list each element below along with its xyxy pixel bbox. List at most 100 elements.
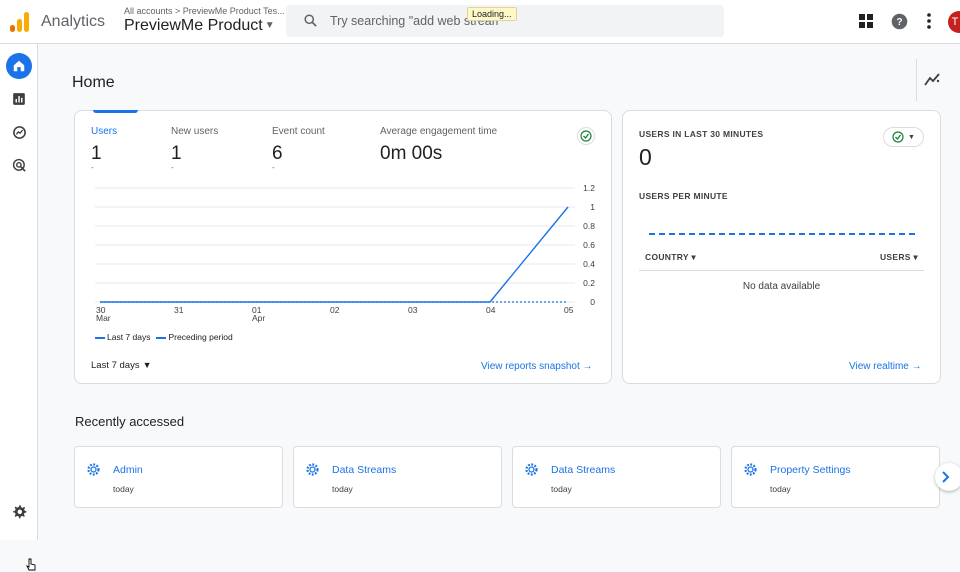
- y-tick-label: 0.6: [583, 240, 595, 250]
- legend-label: Preceding period: [168, 332, 233, 342]
- recent-item-name: Data Streams: [332, 464, 397, 476]
- explore-icon: [12, 125, 26, 139]
- gear-icon: [12, 504, 26, 518]
- recent-item-time: today: [770, 484, 791, 494]
- home-icon: [13, 60, 25, 72]
- link-label: View reports snapshot: [481, 361, 580, 372]
- metric-value: 0m 00s: [380, 143, 443, 164]
- chevron-right-icon: [942, 471, 950, 483]
- x-tick-label: 02: [330, 305, 340, 315]
- caret-down-icon: ▼: [142, 360, 152, 370]
- legend-swatch-dashed: [156, 336, 167, 339]
- metric-label: New users: [171, 126, 219, 137]
- x-tick-label: 03: [408, 305, 418, 315]
- column-label: COUNTRY: [645, 252, 689, 262]
- account-breadcrumb[interactable]: All accounts > PreviewMe Product Tes...: [124, 6, 285, 16]
- avatar[interactable]: T: [948, 11, 960, 33]
- overview-card: Users 1 - New users 1 - Event count 6 - …: [74, 110, 612, 384]
- y-tick-label: 1: [590, 202, 595, 212]
- country-column-header[interactable]: COUNTRY ▾: [645, 252, 696, 263]
- caret-down-icon: ▼: [908, 133, 915, 141]
- realtime-status-dropdown[interactable]: ▼: [883, 127, 924, 147]
- gear-icon: [306, 463, 319, 476]
- scroll-next-button[interactable]: [935, 463, 960, 491]
- more-vert-icon[interactable]: [919, 11, 939, 31]
- realtime-subtitle: USERS PER MINUTE: [639, 191, 728, 201]
- date-range-selector[interactable]: Last 7 days ▼: [91, 360, 152, 371]
- analytics-logo[interactable]: [10, 12, 30, 32]
- arrow-right-icon: →: [582, 361, 593, 372]
- check-circle-icon: [892, 131, 904, 143]
- series-line-last-7-days: [100, 206, 569, 303]
- target-icon: [12, 158, 26, 172]
- legend-item-previous: Preceding period: [156, 332, 233, 342]
- recent-item-time: today: [332, 484, 353, 494]
- data-quality-check-icon[interactable]: [577, 127, 595, 145]
- search-icon: [304, 14, 317, 27]
- y-tick-label: 0.4: [583, 259, 595, 269]
- y-tick-label: 0: [590, 297, 595, 307]
- x-tick-label: Mar: [96, 313, 111, 323]
- realtime-value: 0: [639, 144, 652, 170]
- y-tick-label: 0.8: [583, 221, 595, 231]
- x-tick-label: 05: [564, 305, 574, 315]
- apps-grid-icon[interactable]: [856, 11, 876, 31]
- realtime-table-header: COUNTRY ▾ USERS ▾: [639, 245, 924, 271]
- gear-icon: [744, 463, 757, 476]
- property-selector[interactable]: PreviewMe Product ▼: [124, 17, 275, 35]
- metric-tab-engagement-time[interactable]: Average engagement time 0m 00s: [380, 126, 497, 165]
- gear-icon: [87, 463, 100, 476]
- metric-tab-event-count[interactable]: Event count 6 -: [272, 126, 325, 172]
- column-label: USERS: [879, 252, 911, 262]
- legend-swatch-solid: [95, 336, 105, 339]
- recent-card-data-streams[interactable]: Data Streams today: [293, 446, 502, 508]
- overview-line-chart: 1.210.80.60.40.2030Mar31 01Apr02 03 04 05: [95, 183, 595, 323]
- metric-value: 1: [91, 143, 102, 164]
- page-title: Home: [72, 74, 115, 91]
- svg-text:?: ?: [896, 17, 902, 28]
- nav-reports[interactable]: [6, 86, 32, 112]
- legend-item-current: Last 7 days: [95, 332, 150, 342]
- help-icon[interactable]: ?: [889, 11, 909, 31]
- nav-home[interactable]: [6, 53, 32, 79]
- chart-legend: Last 7 days Preceding period: [95, 332, 233, 342]
- metric-value: 6: [272, 143, 283, 164]
- gear-icon: [525, 463, 538, 476]
- chevron-down-icon: ▼: [264, 20, 275, 32]
- view-reports-snapshot-link[interactable]: View reports snapshot →: [481, 361, 593, 372]
- property-name: PreviewMe Product: [124, 17, 263, 34]
- recent-item-name: Property Settings: [770, 464, 851, 476]
- metric-tab-users[interactable]: Users 1 -: [91, 126, 117, 172]
- loading-indicator: Loading...: [467, 7, 517, 21]
- app-name: Analytics: [41, 13, 106, 30]
- x-tick-label: 31: [174, 305, 184, 315]
- left-nav: [0, 44, 38, 571]
- realtime-title: USERS IN LAST 30 MINUTES: [639, 129, 764, 139]
- recent-item-name: Data Streams: [551, 464, 616, 476]
- y-tick-label: 1.2: [583, 183, 595, 193]
- insights-icon[interactable]: [924, 72, 941, 86]
- metric-tab-new-users[interactable]: New users 1 -: [171, 126, 218, 172]
- recently-accessed-title: Recently accessed: [75, 414, 185, 429]
- x-tick-label: 04: [486, 305, 496, 315]
- nav-advertising[interactable]: [6, 152, 32, 178]
- realtime-card: USERS IN LAST 30 MINUTES 0 ▼ USERS PER M…: [622, 110, 941, 384]
- recent-card-property-settings[interactable]: Property Settings today: [731, 446, 940, 508]
- nav-explore[interactable]: [6, 119, 32, 145]
- users-column-header[interactable]: USERS ▾: [880, 252, 918, 263]
- recent-card-data-streams-2[interactable]: Data Streams today: [512, 446, 721, 508]
- recent-card-admin[interactable]: Admin today: [74, 446, 283, 508]
- recent-item-name: Admin: [113, 464, 143, 476]
- y-tick-label: 0.2: [583, 278, 595, 288]
- users-per-minute-sparkline: [649, 233, 915, 235]
- x-tick-label: Apr: [252, 313, 265, 323]
- arrow-right-icon: →: [911, 361, 922, 372]
- recent-item-time: today: [113, 484, 134, 494]
- mouse-cursor-icon: [26, 558, 36, 571]
- admin-settings-button[interactable]: [6, 498, 32, 524]
- divider: [916, 59, 917, 101]
- view-realtime-link[interactable]: View realtime →: [849, 361, 922, 372]
- date-range-label: Last 7 days: [91, 360, 140, 371]
- empty-state-text: No data available: [742, 281, 821, 292]
- link-label: View realtime: [849, 361, 909, 372]
